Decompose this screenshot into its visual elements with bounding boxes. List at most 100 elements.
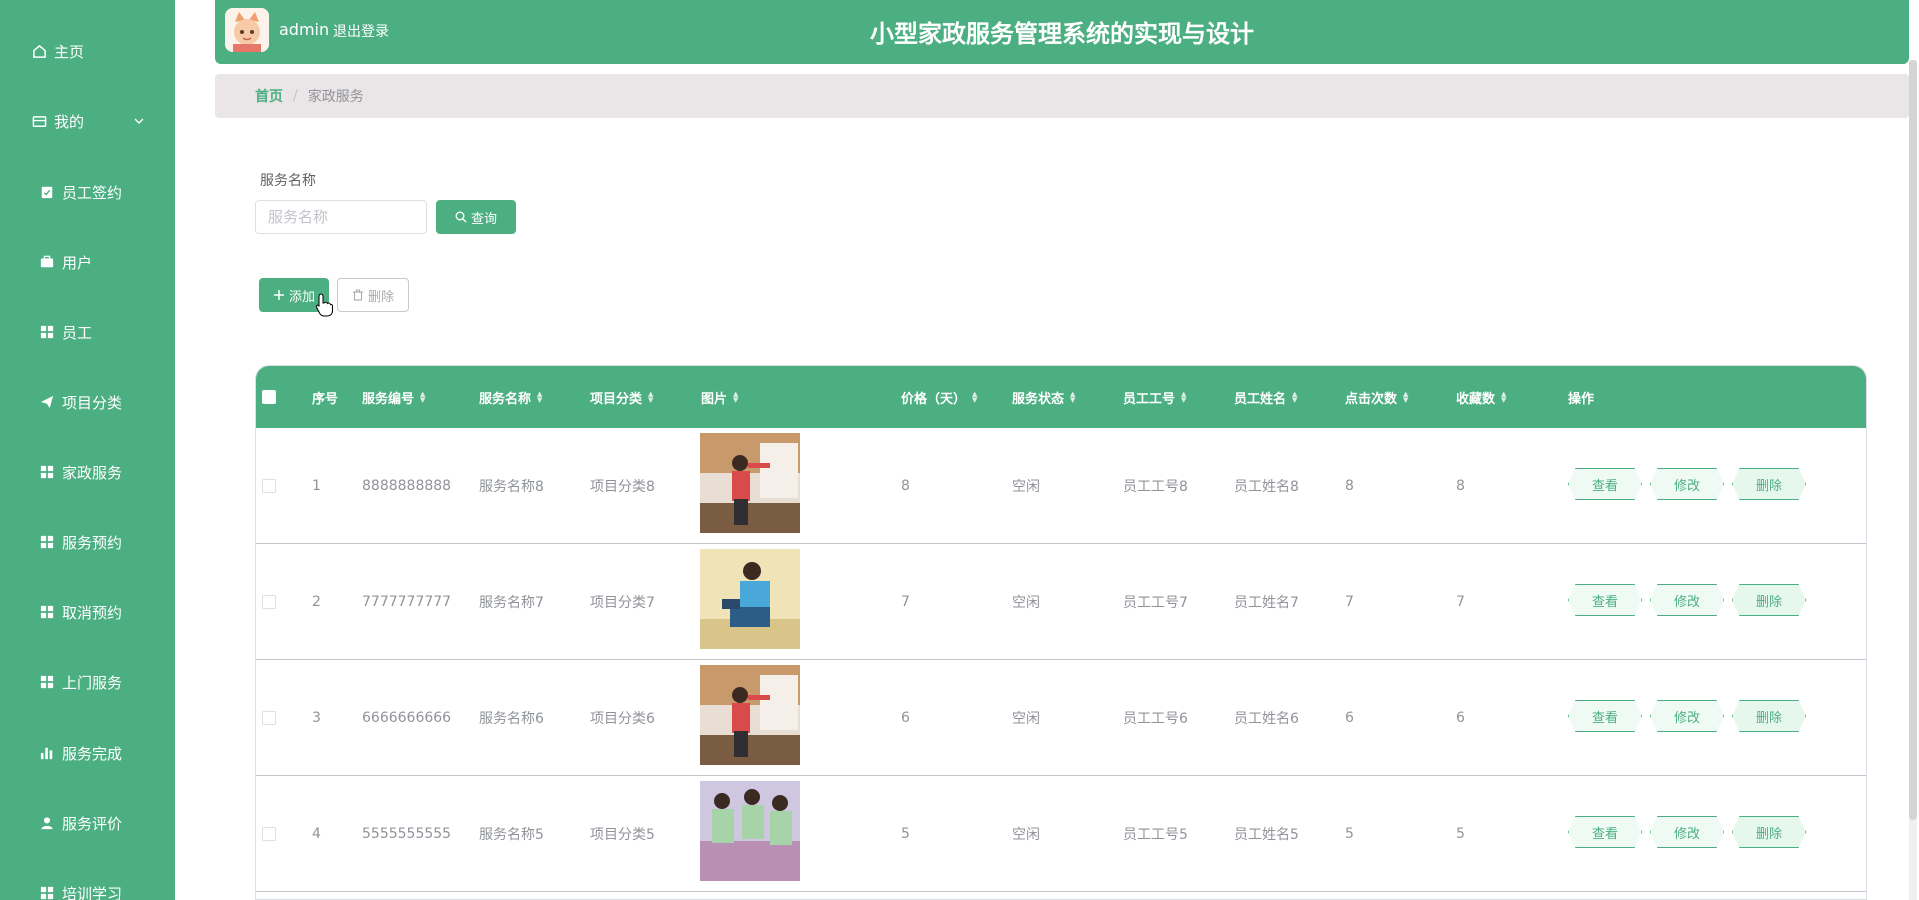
sort-icon[interactable]: ▲ ▼	[1181, 391, 1186, 404]
column-header-category[interactable]: 项目分类 ▲ ▼	[590, 366, 653, 428]
grid-icon	[38, 673, 56, 691]
cell-price: 7	[901, 594, 910, 610]
column-header-status[interactable]: 服务状态 ▲ ▼	[1012, 366, 1075, 428]
edit-button[interactable]: 修改	[1650, 584, 1724, 616]
cell-employee-name: 员工姓名6	[1234, 711, 1299, 727]
sort-icon[interactable]: ▲ ▼	[537, 391, 542, 404]
cell-employee-id: 员工工号8	[1123, 479, 1188, 495]
delete-button[interactable]: 删除	[1732, 584, 1806, 616]
chevron-down-icon	[133, 113, 145, 131]
sort-icon[interactable]: ▲ ▼	[1070, 391, 1075, 404]
cell-favorites: 7	[1456, 594, 1465, 610]
view-button[interactable]: 查看	[1568, 816, 1642, 848]
column-header-price[interactable]: 价格（天） ▲ ▼	[901, 366, 977, 428]
cell-service-name: 服务名称6	[479, 711, 544, 727]
search-input[interactable]	[255, 200, 427, 234]
column-header-clicks[interactable]: 点击次数 ▲ ▼	[1345, 366, 1408, 428]
service-image	[700, 433, 800, 533]
sort-icon[interactable]: ▲ ▼	[733, 391, 738, 404]
delete-button[interactable]: 删除	[1732, 700, 1806, 732]
cell-category: 项目分类8	[590, 479, 655, 495]
sidebar-item-label: 家政服务	[62, 463, 123, 482]
column-header-service-name[interactable]: 服务名称 ▲ ▼	[479, 366, 542, 428]
sort-icon[interactable]: ▲ ▼	[648, 391, 653, 404]
sidebar-item-housekeeping[interactable]: 家政服务	[0, 452, 175, 492]
grid-icon	[38, 533, 56, 551]
cell-service-name: 服务名称5	[479, 827, 544, 843]
column-header-favorites[interactable]: 收藏数 ▲ ▼	[1456, 366, 1506, 428]
cell-favorites: 5	[1456, 826, 1465, 842]
cell-clicks: 5	[1345, 826, 1354, 842]
row-checkbox[interactable]	[262, 479, 276, 493]
paper-plane-icon	[38, 393, 56, 411]
column-header-image[interactable]: 图片 ▲ ▼	[701, 366, 738, 428]
cell-price: 8	[901, 478, 910, 494]
sidebar-item-service-review[interactable]: 服务评价	[0, 803, 175, 843]
sidebar-item-home-service[interactable]: 上门服务	[0, 662, 175, 702]
column-header-service-code[interactable]: 服务编号 ▲ ▼	[362, 366, 425, 428]
sort-icon[interactable]: ▲ ▼	[420, 391, 425, 404]
grid-icon	[38, 884, 56, 900]
sidebar-item-mine[interactable]: 我的	[0, 101, 175, 141]
grid-icon	[38, 463, 56, 481]
sort-icon[interactable]: ▲ ▼	[1403, 391, 1408, 404]
user-icon	[38, 814, 56, 832]
sidebar-item-cancel-reservation[interactable]: 取消预约	[0, 592, 175, 632]
edit-button[interactable]: 修改	[1650, 816, 1724, 848]
sort-icon[interactable]: ▲ ▼	[1501, 391, 1506, 404]
top-header: admin 退出登录 小型家政服务管理系统的实现与设计	[215, 0, 1909, 64]
select-all-checkbox[interactable]	[262, 390, 276, 404]
plus-icon	[273, 289, 285, 301]
sidebar-item-label: 上门服务	[62, 673, 123, 692]
view-button[interactable]: 查看	[1568, 584, 1642, 616]
home-icon	[30, 42, 48, 60]
delete-button[interactable]: 删除	[1732, 468, 1806, 500]
sidebar-item-training[interactable]: 培训学习	[0, 873, 175, 900]
sidebar-item-label: 服务完成	[62, 744, 123, 763]
sidebar-item-categories[interactable]: 项目分类	[0, 382, 175, 422]
row-actions: 查看 修改 删除	[1568, 468, 1806, 500]
sidebar-item-employee-sign[interactable]: 员工签约	[0, 172, 175, 212]
table-row: 1 8888888888 服务名称8 项目分类8 8 空闲 员工工号8 员工姓名…	[256, 428, 1866, 544]
sort-icon[interactable]: ▲ ▼	[972, 391, 977, 404]
sidebar-item-users[interactable]: 用户	[0, 242, 175, 282]
breadcrumb-home[interactable]: 首页	[255, 86, 283, 106]
delete-button[interactable]: 删除	[1732, 816, 1806, 848]
grid-icon	[38, 323, 56, 341]
trash-icon	[352, 289, 364, 301]
view-button[interactable]: 查看	[1568, 468, 1642, 500]
search-button[interactable]: 查询	[436, 200, 516, 234]
row-actions: 查看 修改 删除	[1568, 816, 1806, 848]
cell-status: 空闲	[1012, 827, 1040, 843]
cell-index: 2	[312, 594, 321, 610]
edit-button[interactable]: 修改	[1650, 468, 1724, 500]
vertical-scrollbar[interactable]	[1909, 60, 1917, 900]
breadcrumb-separator: /	[293, 88, 298, 104]
sidebar-item-employees[interactable]: 员工	[0, 312, 175, 352]
cell-clicks: 7	[1345, 594, 1354, 610]
breadcrumb: 首页 / 家政服务	[215, 74, 1909, 118]
row-checkbox[interactable]	[262, 827, 276, 841]
sidebar-item-home[interactable]: 主页	[0, 31, 175, 71]
column-header-employee-id[interactable]: 员工工号 ▲ ▼	[1123, 366, 1186, 428]
column-header-employee-name[interactable]: 员工姓名 ▲ ▼	[1234, 366, 1297, 428]
cell-index: 1	[312, 478, 321, 494]
briefcase-icon	[38, 253, 56, 271]
cell-employee-id: 员工工号6	[1123, 711, 1188, 727]
cell-employee-name: 员工姓名8	[1234, 479, 1299, 495]
row-checkbox[interactable]	[262, 711, 276, 725]
sidebar-item-reservations[interactable]: 服务预约	[0, 522, 175, 562]
table-row: 3 6666666666 服务名称6 项目分类6 6 空闲 员工工号6 员工姓名…	[256, 660, 1866, 776]
sidebar-item-service-complete[interactable]: 服务完成	[0, 733, 175, 773]
batch-delete-button[interactable]: 删除	[337, 278, 409, 312]
table-header: 序号 服务编号 ▲ ▼ 服务名称 ▲ ▼ 项目分类 ▲ ▼ 图片 ▲ ▼ 价格（天） ▲ ▼ 服务状…	[256, 366, 1866, 428]
sort-icon[interactable]: ▲ ▼	[1292, 391, 1297, 404]
scrollbar-thumb[interactable]	[1909, 60, 1917, 820]
batch-delete-button-label: 删除	[367, 289, 394, 305]
view-button[interactable]: 查看	[1568, 700, 1642, 732]
row-checkbox[interactable]	[262, 595, 276, 609]
search-button-label: 查询	[470, 211, 497, 227]
cell-service-code: 8888888888	[362, 478, 452, 494]
edit-button[interactable]: 修改	[1650, 700, 1724, 732]
cell-price: 6	[901, 710, 910, 726]
